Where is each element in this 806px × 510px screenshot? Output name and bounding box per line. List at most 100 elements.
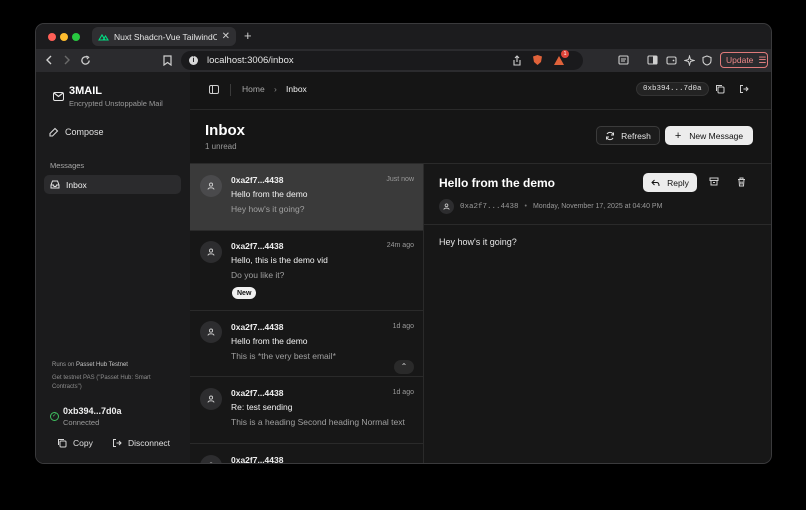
refresh-label: Refresh [621,130,651,141]
user-avatar-icon [200,175,222,197]
message-list: 0xa2f7...4438 Just now Hello from the de… [190,164,424,464]
message-time: Just now [386,176,414,183]
message-row[interactable]: 0xa2f7...4438 [190,444,423,464]
app-tagline: Encrypted Unstoppable Mail [69,99,163,108]
message-time: 1d ago [392,323,414,330]
message-preview: Hey how's it going? [231,204,305,214]
browser-tab[interactable]: Nuxt Shadcn-Vue TailwindCSS ✕ [92,27,236,46]
message-sender: 0xa2f7...4438 [231,322,284,332]
new-message-button[interactable]: + New Message [665,126,753,145]
top-nav: Home › Inbox 0xb394...7d0a [190,72,771,110]
scroll-indicator-icon[interactable]: ⌃ [394,360,414,374]
nuxt-logo-icon [98,33,109,41]
edit-icon [49,127,59,137]
sidebar: 3MAIL Encrypted Unstoppable Mail Compose… [36,72,190,463]
message-preview: This is a heading Second heading Normal … [231,417,405,427]
inbox-icon [50,180,60,189]
back-icon[interactable] [42,53,56,67]
tab-close-icon[interactable]: ✕ [222,31,230,42]
copy-label: Copy [73,438,93,448]
account-address: 0xb394...7d0a [63,406,122,416]
reader-subject: Hello from the demo [439,176,556,190]
logout-icon [113,439,122,447]
copy-icon[interactable] [715,84,725,96]
message-sender: 0xa2f7...4438 [231,175,284,185]
message-subject: Re: test sending [231,402,293,412]
runs-on-prefix: Runs on [52,362,75,368]
message-subject: Hello from the demo [231,336,308,346]
meta-separator: • [524,203,527,210]
message-row[interactable]: 0xa2f7...4438 Just now Hello from the de… [190,164,423,231]
brave-shield-icon[interactable] [530,53,544,67]
user-avatar-icon [200,388,222,410]
url-text: localhost:3006/inbox [207,55,294,66]
new-message-label: New Message [689,130,744,141]
compose-button[interactable]: Compose [49,127,104,137]
inbox-header: Inbox 1 unread Refresh + New Message [190,110,771,164]
breadcrumb-current: Inbox [286,84,307,94]
message-row[interactable]: 0xa2f7...4438 1d ago Re: test sending Th… [190,377,423,444]
reader-divider [424,224,771,225]
leo-ai-icon[interactable] [682,53,696,67]
reader-mode-icon[interactable] [616,53,630,67]
user-avatar-icon [200,321,222,343]
trash-icon[interactable] [737,177,746,189]
vpn-shield-icon[interactable] [700,53,714,67]
wallet-icon[interactable] [664,53,678,67]
message-sender: 0xa2f7...4438 [231,455,284,464]
message-row[interactable]: 0xa2f7...4438 1d ago Hello from the demo… [190,311,423,377]
reload-icon[interactable] [78,53,92,67]
refresh-button[interactable]: Refresh [596,126,660,145]
reader-body: Hey how's it going? [439,237,517,247]
nav-divider [230,84,231,96]
disconnect-label: Disconnect [128,438,171,448]
forward-icon[interactable] [60,53,74,67]
message-preview: Do you like it? [231,270,285,280]
tab-title: Nuxt Shadcn-Vue TailwindCSS [114,31,217,42]
tab-strip: Nuxt Shadcn-Vue TailwindCSS ✕ + [36,24,771,49]
logout-icon[interactable] [739,84,749,96]
maximize-window-button[interactable] [72,33,80,41]
new-badge: New [232,287,257,299]
account-status: Connected [63,418,100,427]
reader-date: Monday, November 17, 2025 at 04:40 PM [532,203,663,210]
network-name: Passet Hub Testnet [76,362,128,368]
browser-toolbar: i localhost:3006/inbox 1 Update ☰ [36,49,771,72]
share-icon[interactable] [510,53,524,67]
rewards-badge: 1 [561,50,569,58]
close-window-button[interactable] [48,33,56,41]
toggle-sidebar-icon[interactable] [209,85,219,94]
plus-icon: + [674,129,682,142]
refresh-icon [606,131,615,140]
message-preview: This is *the very best email* [231,351,336,361]
unread-count: 1 unread [205,142,237,151]
breadcrumb-home[interactable]: Home [242,84,265,94]
message-subject: Hello, this is the demo vid [231,255,328,265]
minimize-window-button[interactable] [60,33,68,41]
update-button[interactable]: Update ☰ [720,52,768,68]
copy-address-button[interactable]: Copy [57,438,93,448]
reply-icon [651,179,660,186]
network-info: Runs on Passet Hub Testnet [52,362,128,368]
reader-meta: 0xa2f7...4438 • Monday, November 17, 202… [439,199,662,214]
sidebar-toggle-icon[interactable] [645,53,659,67]
disconnect-button[interactable]: Disconnect [112,438,170,448]
compose-label: Compose [65,127,104,137]
mail-logo-icon [53,92,64,101]
new-tab-button[interactable]: + [244,28,252,43]
faucet-link[interactable]: Get testnet PAS ("Passet Hub: Smart Cont… [52,374,170,391]
bookmark-icon[interactable] [160,53,174,67]
archive-icon[interactable] [709,177,719,188]
message-time: 24m ago [386,242,414,249]
sidebar-item-inbox[interactable]: Inbox [44,175,181,194]
reader-from: 0xa2f7...4438 [460,202,519,211]
message-subject: Hello from the demo [231,189,308,199]
message-row[interactable]: 0xa2f7...4438 24m ago Hello, this is the… [190,231,423,311]
user-avatar-icon [200,241,222,263]
site-info-icon[interactable]: i [189,56,198,65]
brave-rewards-icon[interactable]: 1 [552,50,569,67]
reply-button[interactable]: Reply [643,173,697,192]
user-avatar-icon [200,455,222,463]
update-label: Update [726,55,754,65]
address-pill: 0xb394...7d0a [636,82,709,96]
